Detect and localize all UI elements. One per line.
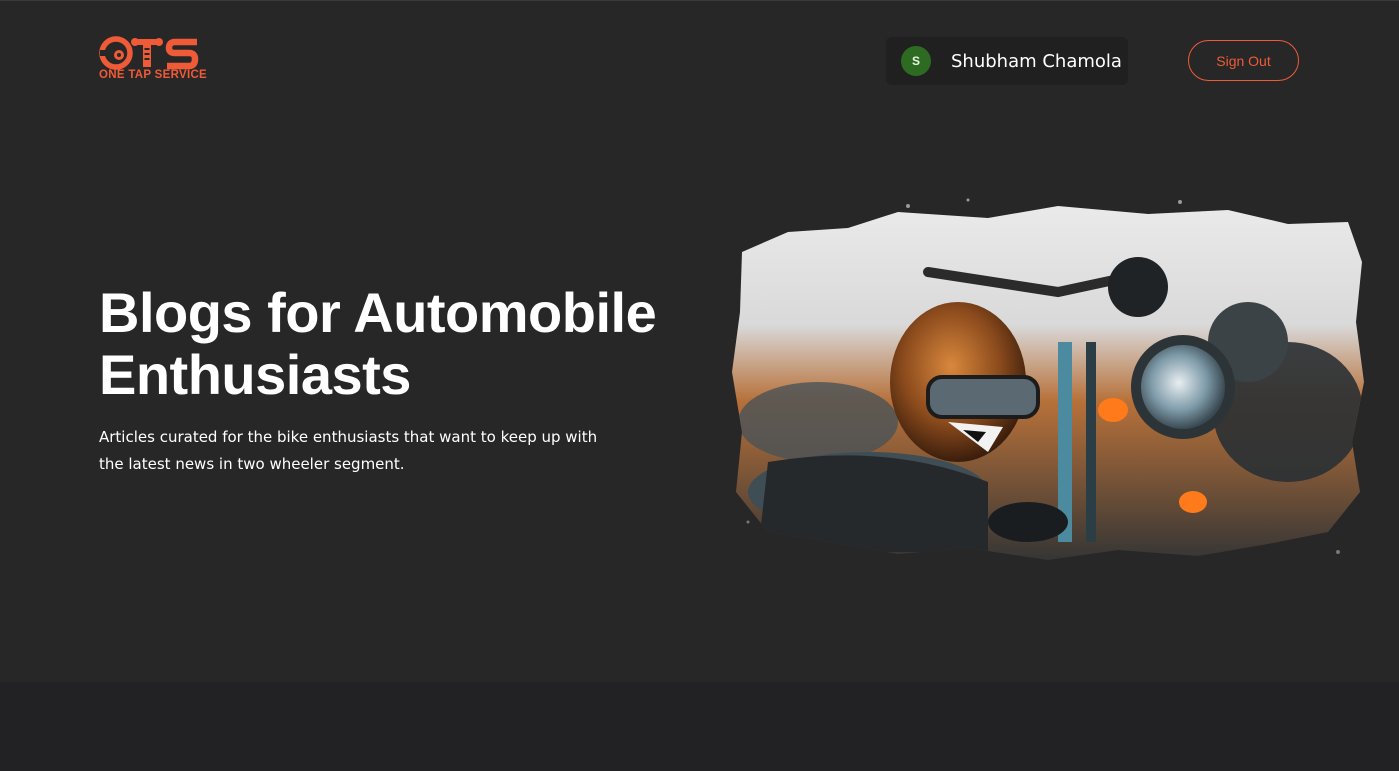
logo-tagline: ONE TAP SERVICE — [99, 69, 208, 81]
page-title: Blogs for Automobile Enthusiasts — [99, 281, 657, 406]
avatar: S — [901, 46, 931, 76]
ots-logo-mark — [99, 36, 199, 70]
site-header: ONE TAP SERVICE S Shubham Chamola Sign O… — [0, 0, 1399, 120]
hero-motorcycle-image — [728, 192, 1368, 572]
sign-out-button[interactable]: Sign Out — [1188, 40, 1299, 81]
motorcycle-helmet-photo-icon — [732, 198, 1364, 560]
user-profile-chip[interactable]: S Shubham Chamola — [886, 37, 1128, 85]
hero-subtitle: Articles curated for the bike enthusiast… — [99, 428, 598, 473]
ots-logo[interactable]: ONE TAP SERVICE — [99, 36, 208, 84]
footer-band — [0, 682, 1399, 771]
user-name: Shubham Chamola — [951, 50, 1122, 72]
